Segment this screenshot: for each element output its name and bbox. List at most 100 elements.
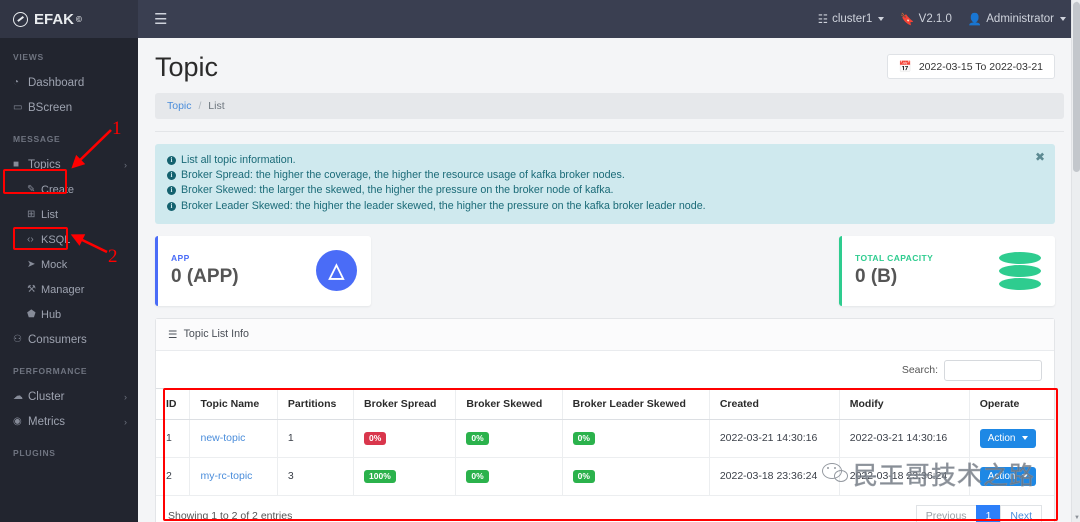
cell-broker-spread: 0% [353, 419, 457, 458]
info-icon: i [167, 156, 176, 165]
chevron-right-icon: › [124, 416, 127, 427]
cell-id: 2 [156, 457, 191, 496]
topic-table-body: 1 new-topic 1 0% 0% 0% 2022-03-21 14:30:16 2022… [156, 419, 1054, 496]
info-icon: i [167, 171, 176, 181]
sidebar-item-mock[interactable]: ➤ Mock [0, 252, 138, 277]
sidebar-item-label: BScreen [28, 101, 73, 114]
column-header-broker-skewed[interactable]: Broker Skewed [455, 387, 563, 420]
chevron-down-icon [878, 17, 885, 21]
action-button[interactable]: Action [979, 428, 1037, 448]
pagination-next[interactable]: Next [1000, 504, 1042, 522]
brand-logo-area[interactable]: EFAK © [0, 0, 138, 38]
scrollbar-thumb[interactable] [1073, 2, 1080, 172]
alert-line-text: Broker Leader Skewed: the higher the lea… [181, 199, 706, 212]
sidebar-item-label: KSQL [41, 233, 71, 246]
comment-icon: ■ [13, 159, 20, 170]
status-badge: 0% [364, 431, 387, 445]
date-range-value: 2022-03-15 To 2022-03-21 [918, 60, 1043, 73]
hamburger-icon[interactable]: ☰ [148, 8, 173, 31]
cell-operate: Action [969, 457, 1054, 496]
sidebar-item-label: Metrics [28, 415, 66, 428]
status-badge: 0% [466, 469, 489, 483]
alert-line-text: List all topic information. [181, 154, 296, 166]
action-button-label: Action [987, 432, 1016, 444]
status-badge: 0% [466, 431, 489, 445]
divider [155, 131, 1064, 132]
version-label: V2.1.0 [918, 13, 952, 25]
date-range-picker[interactable]: 📅 2022-03-15 To 2022-03-21 [886, 54, 1055, 79]
cell-broker-skewed: 0% [455, 457, 563, 496]
alert-line-text: Broker Skewed: the larger the skewed, th… [181, 184, 614, 197]
cluster-selector[interactable]: ☷ cluster1 [818, 12, 885, 26]
top-navbar: EFAK © ☰ ☷ cluster1 🔖 V2.1.0 👤 Administr… [0, 0, 1080, 38]
alert-line: i Broker Spread: the higher the coverage,… [167, 168, 1043, 183]
stat-card-app-text: APP 0 (APP) [171, 253, 316, 288]
sidebar-item-label: Hub [41, 308, 62, 321]
sidebar-item-metrics[interactable]: ◉ Metrics › [0, 409, 138, 434]
stat-card-capacity-text: TOTAL CAPACITY 0 (B) [855, 253, 999, 288]
pagination-page-1[interactable]: 1 [975, 504, 1002, 522]
column-header-created[interactable]: Created [709, 387, 840, 420]
sidebar-item-ksql[interactable]: ‹› KSQL [0, 227, 138, 252]
cell-partitions: 1 [277, 419, 355, 458]
cell-broker-spread: 100% [353, 457, 457, 496]
sidebar-item-consumers[interactable]: ⚇ Consumers [0, 327, 138, 352]
stat-card-total-capacity: TOTAL CAPACITY 0 (B) [839, 235, 1055, 306]
tools-icon: ⚒ [27, 284, 36, 295]
sidebar-item-list[interactable]: ⊞ List [0, 202, 138, 227]
stat-card-capacity-label: TOTAL CAPACITY [855, 253, 934, 264]
page-scrollbar[interactable]: ▲ ▼ [1071, 0, 1080, 522]
status-badge: 0% [572, 469, 595, 483]
cell-created: 2022-03-21 14:30:16 [709, 419, 840, 458]
calendar-icon: 📅 [898, 61, 912, 73]
sidebar-item-dashboard[interactable]: ◔ Dashboard [0, 70, 138, 95]
close-icon[interactable]: ✖ [1035, 151, 1045, 163]
column-header-partitions[interactable]: Partitions [277, 387, 355, 420]
breadcrumb: Topic / List [155, 93, 1064, 119]
bookmark-icon: 🔖 [900, 14, 915, 26]
column-header-modify[interactable]: Modify [839, 387, 970, 420]
cube-icon: ⬟ [27, 309, 36, 320]
sidebar-item-manager[interactable]: ⚒ Manager [0, 277, 138, 302]
sidebar-item-label: Mock [41, 258, 68, 271]
pagination-previous[interactable]: Previous [915, 504, 977, 522]
pagination: Previous 1 Next [915, 504, 1042, 522]
breadcrumb-link-topic[interactable]: Topic [167, 100, 192, 112]
cell-operate: Action [969, 419, 1054, 458]
column-header-broker-leader-skewed[interactable]: Broker Leader Skewed [562, 387, 710, 420]
sidebar-item-create[interactable]: ✎ Create [0, 177, 138, 202]
column-header-topic-name[interactable]: Topic Name [189, 387, 278, 420]
sidebar-section-plugins: PLUGINS [13, 448, 56, 458]
column-header-id[interactable]: ID [156, 387, 191, 420]
brand-copyright: © [76, 14, 82, 24]
topbar-right-group: ☷ cluster1 🔖 V2.1.0 👤 Administrator [818, 12, 1080, 26]
column-header-operate[interactable]: Operate [969, 387, 1054, 420]
table-row: 2 my-rc-topic 3 100% 0% 0% 2022-03-18 23:36:24… [156, 457, 1054, 496]
sidebar-nav: VIEWS ◔ Dashboard ▭ BScreen MESSAGE ■ Topics › ✎ C… [0, 38, 138, 522]
cell-broker-skewed: 0% [455, 419, 563, 458]
column-header-broker-spread[interactable]: Broker Spread [353, 387, 457, 420]
chevron-right-icon: › [124, 159, 127, 170]
eye-icon: ◉ [13, 416, 22, 427]
sidebar-section-views: VIEWS [13, 52, 44, 62]
monitor-icon: ▭ [13, 102, 23, 113]
chevron-down-icon [1022, 436, 1029, 441]
action-button[interactable]: Action [979, 466, 1037, 486]
sidebar-item-label: Consumers [28, 333, 87, 346]
sidebar-item-hub[interactable]: ⬟ Hub [0, 302, 138, 327]
search-input[interactable] [944, 359, 1042, 381]
panel-title: Topic List Info [183, 328, 249, 341]
sidebar-item-cluster[interactable]: ☁ Cluster › [0, 384, 138, 409]
users-icon: ⚇ [13, 334, 22, 345]
topic-name-link[interactable]: new-topic [200, 432, 245, 444]
sidebar-item-bscreen[interactable]: ▭ BScreen [0, 95, 138, 120]
user-menu[interactable]: 👤 Administrator [968, 12, 1066, 26]
topic-name-link[interactable]: my-rc-topic [200, 470, 252, 482]
cell-topic-name: my-rc-topic [189, 457, 278, 496]
topic-table: ID Topic Name Partitions Broker Spread Broke… [156, 387, 1054, 496]
status-badge: 100% [364, 469, 396, 483]
scroll-down-arrow-icon[interactable]: ▼ [1074, 515, 1080, 521]
version-indicator[interactable]: 🔖 V2.1.0 [900, 12, 952, 26]
sidebar-item-topics[interactable]: ■ Topics › [0, 152, 138, 177]
database-icon [999, 251, 1041, 290]
